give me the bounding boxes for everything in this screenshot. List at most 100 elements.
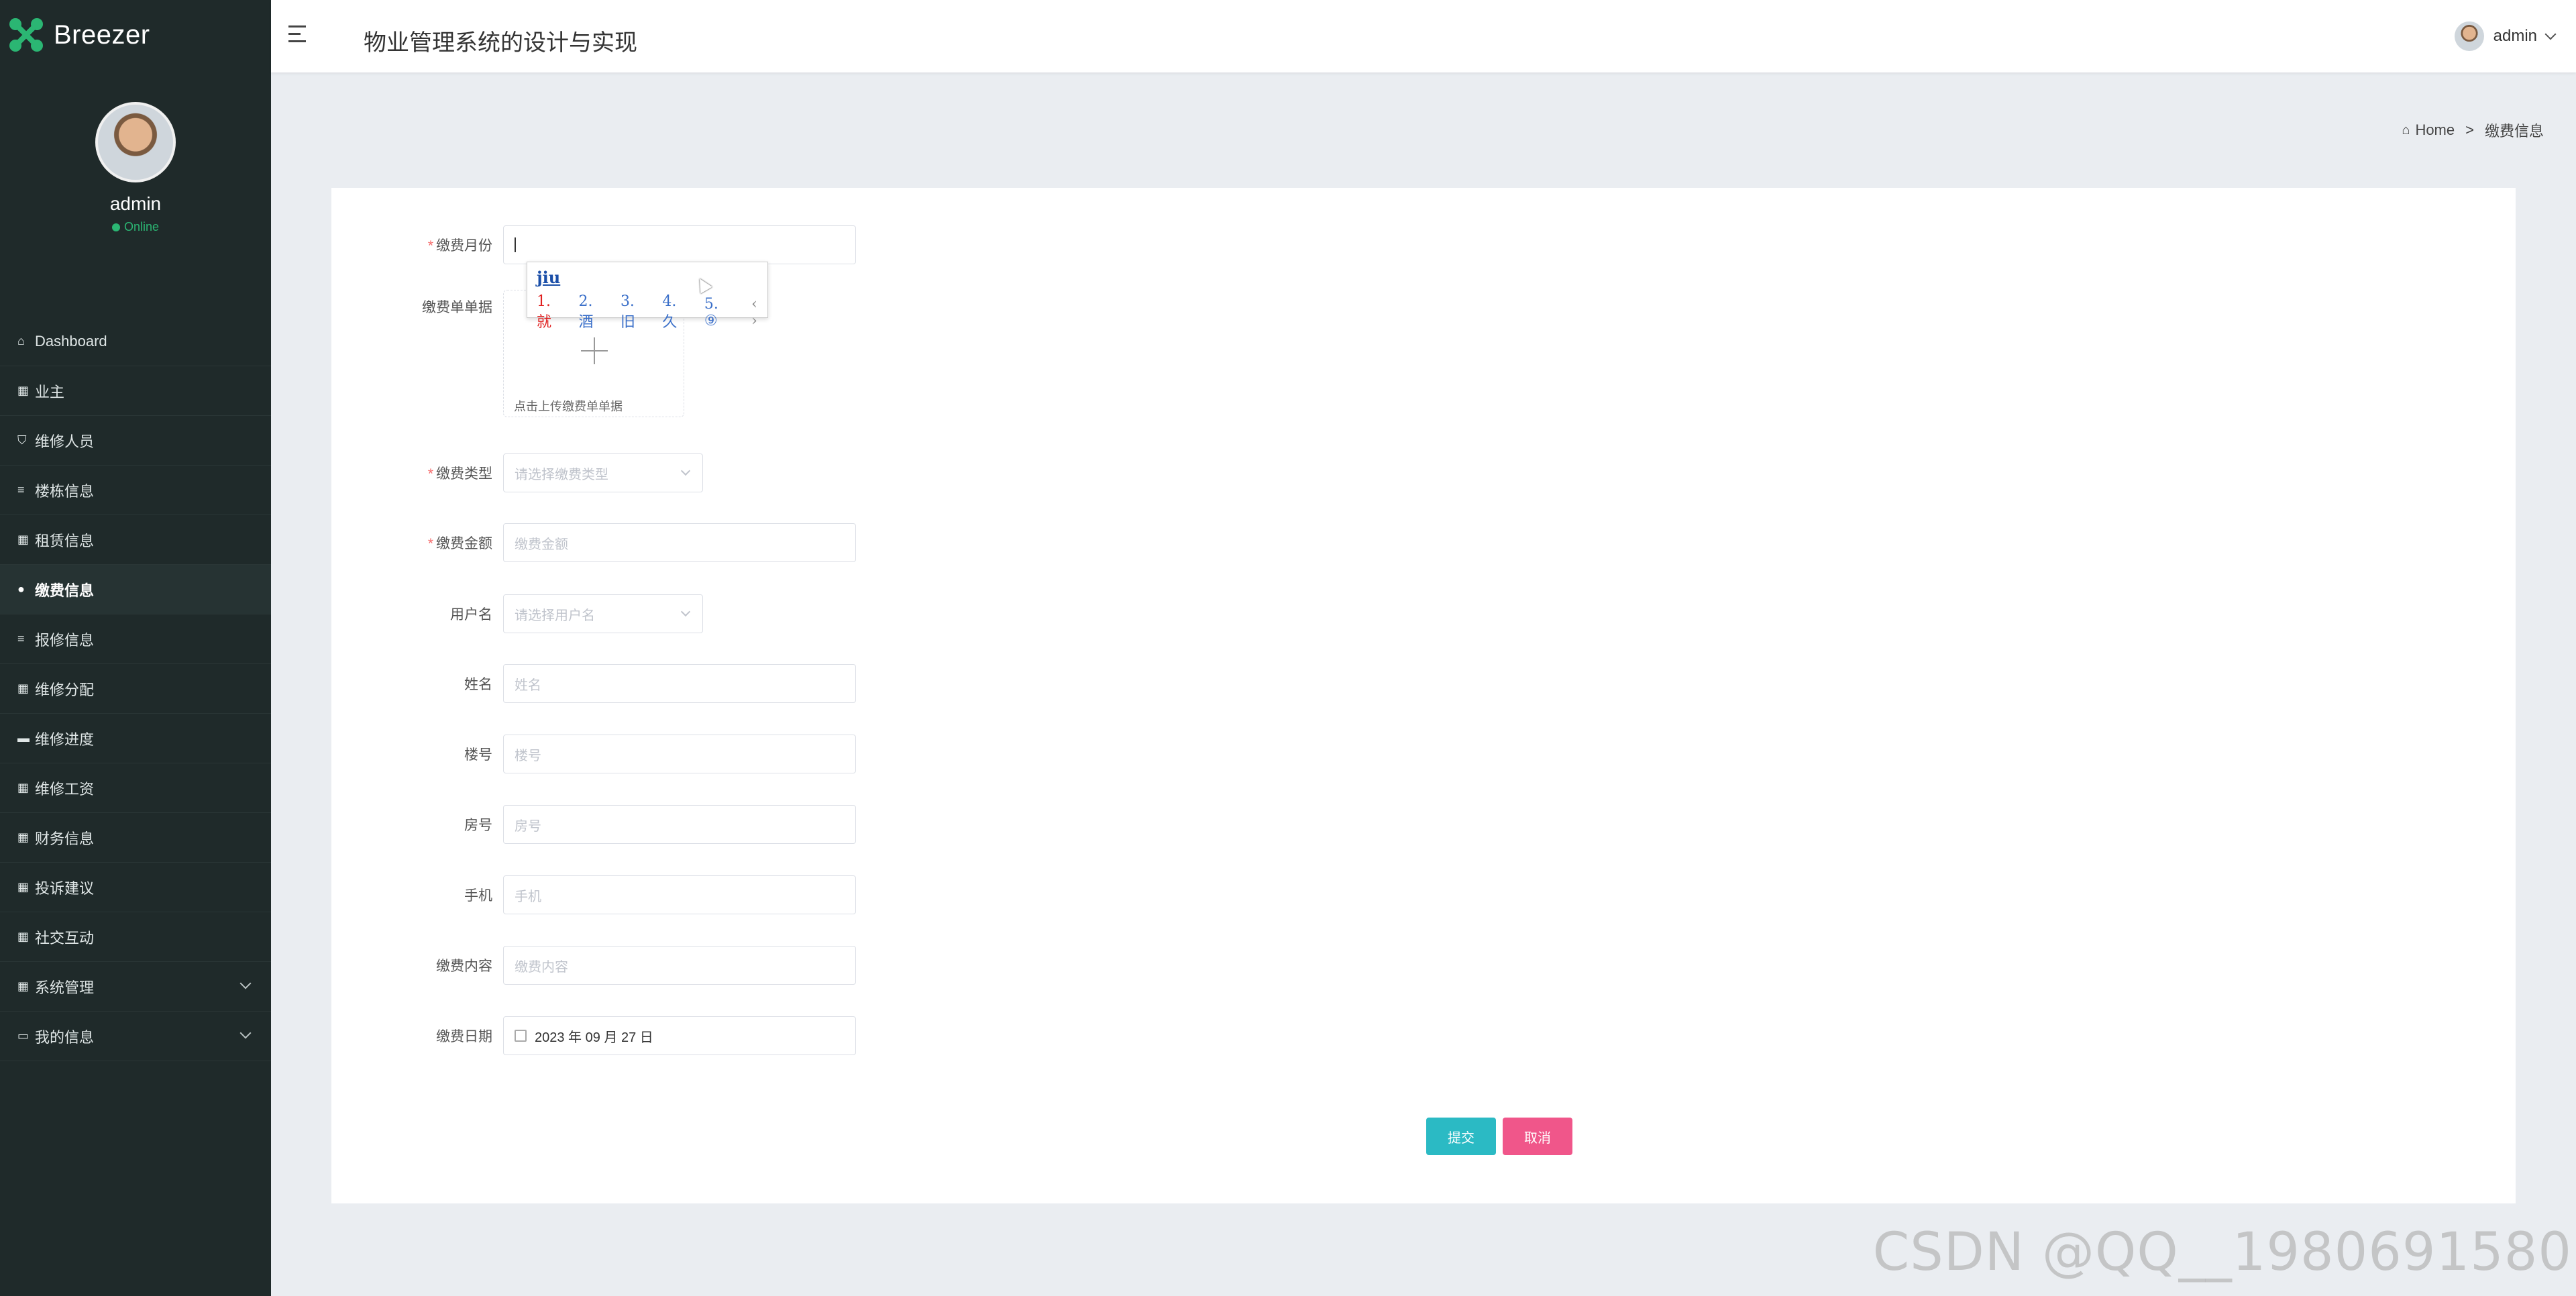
month-label: * 缴费月份 [427,238,492,254]
sidebar-item-label: 维修分配 [35,681,95,698]
sidebar-item-complaint[interactable]: ▦ 投诉建议 [0,863,271,912]
grid-icon: ▦ [17,880,30,894]
room-label: 房号 [464,818,492,833]
status-text: Online [123,220,160,233]
form-row-amount: * 缴费金额 缴费金额 [331,523,856,562]
grid-icon: ▦ [17,682,30,695]
payment-form-card: * 缴费月份 缴费单单据 点击上传缴费单单据 * 缴费类型 请选择缴费类型 * 缴费金… [331,188,2516,1203]
sidebar-item-label: 楼栋信息 [35,482,95,500]
sidebar-item-label: 租赁信息 [35,532,95,549]
online-dot-icon [111,223,120,231]
sidebar-item-label: 维修进度 [35,731,95,748]
watermark: CSDN @QQ__1980691580 [1872,1222,2572,1283]
ime-candidate[interactable]: 3. 旧 [621,293,653,331]
receipt-label: 缴费单单据 [422,300,492,315]
sidebar-menu: ⌂ Dashboard ▦ 业主 ⛉ 维修人员 ≡ 楼栋信息 ▦ 租赁信息 ● 缴费信息 ≡… [0,317,271,1061]
breadcrumb-separator: > [2465,121,2474,138]
content-input[interactable]: 缴费内容 [503,946,856,985]
sidebar-item-repair-progress[interactable]: ▬ 维修进度 [0,714,271,763]
ime-page-nav-icon[interactable]: ‹ › [751,296,767,329]
brand-logo-icon [8,17,44,53]
calendar-icon [515,1030,527,1042]
amount-label: * 缴费金额 [427,536,492,551]
phone-label: 手机 [464,888,492,904]
brand-name: Breezer [54,19,150,50]
form-row-username: 用户名 请选择用户名 [331,594,703,633]
sidebar-item-label: 报修信息 [35,631,95,649]
sidebar-item-label: 投诉建议 [35,879,95,897]
type-label: * 缴费类型 [427,466,492,482]
profile-name: admin [109,193,162,214]
sidebar-item-repair-report[interactable]: ≡ 报修信息 [0,614,271,664]
status-badge: Online [0,220,271,234]
ime-candidate-list: 1. 就 2. 酒 3. 旧 4. 久 5. ⑨ ‹ › [537,293,767,331]
chevron-down-icon [680,606,691,617]
sidebar-item-repair-staff[interactable]: ⛉ 维修人员 [0,416,271,466]
chevron-down-icon [2544,28,2557,40]
sidebar-item-finance[interactable]: ▦ 财务信息 [0,813,271,863]
sidebar-item-building[interactable]: ≡ 楼栋信息 [0,466,271,515]
menu-toggle-icon[interactable] [288,25,310,46]
submit-button[interactable]: 提交 [1426,1118,1496,1155]
pin-icon: ● [17,582,25,596]
form-row-room: 房号 房号 [331,805,856,844]
username-select[interactable]: 请选择用户名 [503,594,703,633]
name-label: 姓名 [464,677,492,692]
sidebar-item-payment[interactable]: ● 缴费信息 [0,565,271,614]
user-profile: admin Online [0,70,271,317]
ime-candidate-popup: jiu 1. 就 2. 酒 3. 旧 4. 久 5. ⑨ ‹ › [527,262,768,331]
building-input[interactable]: 楼号 [503,735,856,773]
form-row-name: 姓名 姓名 [331,664,856,703]
form-row-content: 缴费内容 缴费内容 [331,946,856,985]
shield-icon: ⛉ [17,433,27,447]
username-label: 用户名 [450,607,492,623]
ime-candidate[interactable]: 5. ⑨ [704,296,735,329]
breadcrumb-current: 缴费信息 [2484,123,2544,140]
monitor-icon: ▬ [17,731,30,745]
phone-input[interactable]: 手机 [503,875,856,914]
sidebar-item-label: 财务信息 [35,830,95,847]
chevron-down-icon [239,1027,252,1039]
upload-tip: 点击上传缴费单单据 [514,400,623,413]
month-input[interactable] [503,225,856,264]
brand[interactable]: Breezer [0,0,271,70]
sidebar-item-system[interactable]: ▦ 系统管理 [0,962,271,1012]
date-picker[interactable]: 2023 年 09 月 27 日 [503,1016,856,1055]
form-row-type: * 缴费类型 请选择缴费类型 [331,453,703,492]
sidebar-item-label: 维修工资 [35,780,95,798]
sidebar-item-repair-assign[interactable]: ▦ 维修分配 [0,664,271,714]
sidebar-item-label: 缴费信息 [35,582,95,599]
user-menu[interactable]: admin [2454,21,2557,51]
ime-candidate[interactable]: 4. 久 [662,293,694,331]
chevron-down-icon [680,466,691,476]
text-caret [515,237,516,252]
sidebar-item-lease[interactable]: ▦ 租赁信息 [0,515,271,565]
sidebar-item-label: 社交互动 [35,929,95,947]
card-icon: ▭ [17,1029,30,1042]
grid-icon: ▦ [17,930,30,943]
ime-candidate[interactable]: 2. 酒 [578,293,610,331]
top-header: 物业管理系统的设计与实现 admin [271,0,2576,72]
sidebar-item-owner[interactable]: ▦ 业主 [0,366,271,416]
room-input[interactable]: 房号 [503,805,856,844]
sidebar-item-dashboard[interactable]: ⌂ Dashboard [0,317,271,366]
home-icon: ⌂ [17,334,25,347]
grid-icon: ▦ [17,533,30,546]
ime-composition: jiu [537,268,561,287]
cancel-button[interactable]: 取消 [1503,1118,1572,1155]
payment-type-select[interactable]: 请选择缴费类型 [503,453,703,492]
amount-input[interactable]: 缴费金额 [503,523,856,562]
sidebar-item-repair-wage[interactable]: ▦ 维修工资 [0,763,271,813]
grid-icon: ▦ [17,979,30,993]
sidebar-item-social[interactable]: ▦ 社交互动 [0,912,271,962]
form-row-building: 楼号 楼号 [331,735,856,773]
sidebar-item-label: 系统管理 [35,979,95,996]
ime-candidate[interactable]: 1. 就 [537,293,569,331]
list-icon: ≡ [17,483,25,496]
sidebar-item-my-info[interactable]: ▭ 我的信息 [0,1012,271,1061]
sidebar: Breezer admin Online ⌂ Dashboard ▦ 业主 ⛉ 维修人… [0,0,271,1296]
breadcrumb-home[interactable]: Home [2415,121,2455,139]
sidebar-item-label: 我的信息 [35,1028,95,1046]
name-input[interactable]: 姓名 [503,664,856,703]
avatar [95,102,176,182]
